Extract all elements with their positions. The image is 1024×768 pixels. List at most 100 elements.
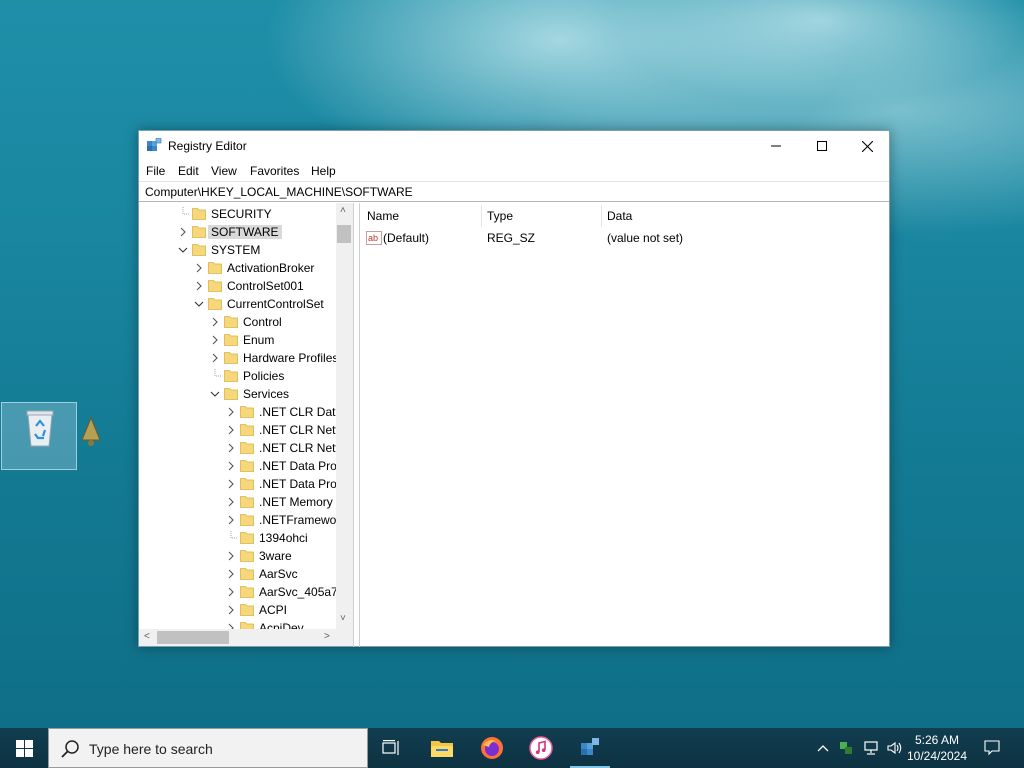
menu-view[interactable]: View — [211, 164, 237, 178]
folder-icon — [240, 442, 254, 454]
tree-node-label: ActivationBroker — [227, 261, 315, 275]
chevron-right-icon[interactable] — [225, 513, 237, 527]
start-button[interactable] — [0, 728, 48, 768]
chevron-right-icon[interactable] — [225, 603, 237, 617]
recycle-bin-icon[interactable] — [1, 402, 77, 470]
tree-node[interactable]: Enum — [209, 331, 353, 349]
tray-app-button[interactable] — [836, 728, 856, 768]
scroll-up-icon[interactable]: ˄ — [340, 205, 346, 216]
chevron-right-icon[interactable] — [225, 585, 237, 599]
tree-node[interactable]: .NET Data Prov — [225, 457, 353, 475]
chevron-right-icon[interactable] — [209, 333, 221, 347]
chevron-right-icon[interactable] — [225, 405, 237, 419]
tree-node[interactable]: ACPI — [225, 601, 353, 619]
clock[interactable]: 5:26 AM 10/24/2024 — [902, 732, 972, 764]
address-bar[interactable]: Computer\HKEY_LOCAL_MACHINE\SOFTWARE — [139, 181, 889, 202]
search-box[interactable]: Type here to search — [48, 728, 368, 768]
folder-icon — [208, 298, 222, 310]
scroll-left-icon[interactable]: < — [144, 631, 150, 642]
tree-node[interactable]: SECURITY — [177, 205, 353, 223]
tree-node[interactable]: Hardware Profiles — [209, 349, 353, 367]
folder-icon — [240, 406, 254, 418]
chevron-right-icon[interactable] — [193, 261, 205, 275]
tree-node[interactable]: Services — [209, 385, 353, 403]
folder-icon — [208, 262, 222, 274]
value-name: (Default) — [383, 231, 430, 245]
chevron-right-icon[interactable] — [225, 567, 237, 581]
tree-node[interactable]: .NET CLR Netv — [225, 439, 353, 457]
menu-file[interactable]: File — [146, 164, 165, 178]
tree-node[interactable]: AarSvc_405a79 — [225, 583, 353, 601]
close-button[interactable] — [844, 131, 890, 161]
chevron-right-icon[interactable] — [225, 423, 237, 437]
tree-node[interactable]: AarSvc — [225, 565, 353, 583]
column-header-type[interactable]: Type — [487, 209, 513, 225]
key-tree[interactable]: SECURITY SOFTWARE SYSTEM ActivationBroker Co… — [139, 203, 354, 647]
tree-node[interactable]: ControlSet001 — [193, 277, 353, 295]
menu-edit[interactable]: Edit — [178, 164, 199, 178]
tree-node[interactable]: 3ware — [225, 547, 353, 565]
chevron-right-icon[interactable] — [225, 495, 237, 509]
chevron-right-icon[interactable] — [225, 477, 237, 491]
itunes-icon — [529, 736, 553, 760]
tree-node[interactable]: .NET Memory — [225, 493, 353, 511]
tree-node-label: 3ware — [259, 549, 292, 563]
minimize-button[interactable] — [753, 131, 799, 161]
registry-editor-window[interactable]: Registry Editor File Edit View Favorites… — [138, 130, 890, 647]
chevron-down-icon[interactable] — [193, 297, 205, 311]
chevron-right-icon[interactable] — [225, 441, 237, 455]
file-explorer-button[interactable] — [418, 728, 466, 768]
chevron-right-icon[interactable] — [225, 459, 237, 473]
notifications-button[interactable] — [978, 728, 1006, 768]
chevron-down-icon[interactable] — [209, 387, 221, 401]
itunes-button[interactable] — [517, 728, 565, 768]
tree-node[interactable]: .NET CLR Netv — [225, 421, 353, 439]
chevron-right-icon[interactable] — [225, 549, 237, 563]
column-header-name[interactable]: Name — [367, 209, 399, 225]
tree-vertical-scrollbar[interactable]: ˄ ˅ — [336, 203, 353, 629]
tree-node[interactable]: CurrentControlSet — [193, 295, 353, 313]
firefox-button[interactable] — [468, 728, 516, 768]
tree-node[interactable]: SYSTEM — [177, 241, 353, 259]
scrollbar-thumb[interactable] — [337, 225, 351, 243]
scroll-right-icon[interactable]: > — [324, 631, 330, 642]
tree-node[interactable]: .NETFramewor — [225, 511, 353, 529]
menu-help[interactable]: Help — [311, 164, 336, 178]
network-button[interactable] — [860, 728, 882, 768]
values-list[interactable]: Name Type Data ab (Default) REG_SZ (valu… — [359, 203, 889, 647]
column-divider[interactable] — [481, 205, 482, 227]
tree-node-label: .NET Data Prov — [259, 477, 343, 491]
scroll-down-icon[interactable]: ˅ — [340, 613, 346, 624]
address-path[interactable]: Computer\HKEY_LOCAL_MACHINE\SOFTWARE — [145, 185, 413, 199]
tree-node[interactable]: .NET Data Prov — [225, 475, 353, 493]
registry-editor-taskbar-button[interactable] — [566, 728, 614, 768]
tree-node[interactable]: SOFTWARE — [177, 223, 353, 241]
task-view-button[interactable] — [368, 728, 416, 768]
tree-node[interactable]: ActivationBroker — [193, 259, 353, 277]
desktop-shortcut-icon[interactable] — [78, 414, 104, 448]
chevron-right-icon[interactable] — [209, 315, 221, 329]
maximize-button[interactable] — [799, 131, 845, 161]
show-hidden-icons-button[interactable] — [812, 728, 834, 768]
column-divider[interactable] — [601, 205, 602, 227]
chevron-right-icon[interactable] — [193, 279, 205, 293]
tree-node[interactable]: .NET CLR Data — [225, 403, 353, 421]
tree-node[interactable]: 1394ohci — [225, 529, 353, 547]
chevron-right-icon[interactable] — [209, 351, 221, 365]
tree-line-icon — [230, 531, 237, 539]
scrollbar-thumb[interactable] — [157, 631, 229, 644]
tree-horizontal-scrollbar[interactable]: < > — [139, 629, 336, 646]
column-header-data[interactable]: Data — [607, 209, 632, 225]
tree-node[interactable]: Control — [209, 313, 353, 331]
recycle-bin-graphic — [26, 410, 54, 447]
folder-icon — [240, 424, 254, 436]
tree-node-label: .NET CLR Netv — [259, 423, 342, 437]
folder-icon — [192, 244, 206, 256]
menu-favorites[interactable]: Favorites — [250, 164, 299, 178]
title-bar[interactable]: Registry Editor — [139, 131, 889, 161]
tree-node-label: .NETFramewor — [259, 513, 341, 527]
chevron-down-icon[interactable] — [177, 243, 189, 257]
taskbar: Type here to search 5:26 AM 10/24/2024 — [0, 728, 1024, 768]
chevron-right-icon[interactable] — [177, 225, 189, 239]
tree-node[interactable]: Policies — [209, 367, 353, 385]
